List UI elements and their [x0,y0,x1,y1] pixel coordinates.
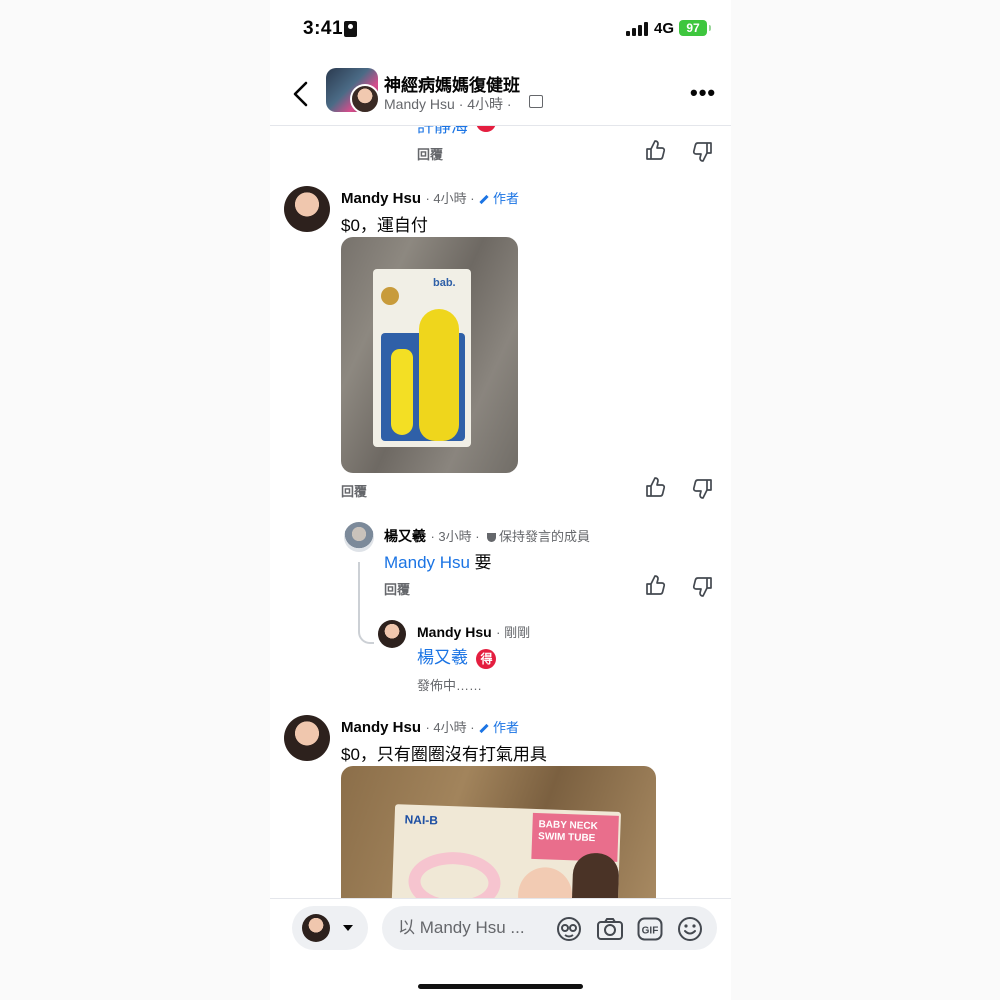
trophy-icon [487,533,497,543]
package-seal [381,287,399,305]
baby-figure [517,866,574,898]
reply-time: · 剛剛 [496,625,531,640]
reaction-badge: 得 [476,648,497,669]
reply-button[interactable]: 回覆 [384,579,410,598]
small-brush [391,349,413,435]
phone-screen: 3:41 4G 97 神經病媽媽復健班 Mandy Hsu · 4小時 · ••… [270,0,731,1000]
pen-icon [479,194,489,205]
battery-icon: 97 [679,20,711,36]
package-title: BABY NECK SWIM TUBE [537,819,598,845]
author-badge: 作者 [479,720,519,735]
author-label: 作者 [493,720,520,735]
identity-switcher[interactable] [292,906,368,950]
reply-body: 楊又羲 得 [417,643,497,669]
camera-icon[interactable] [596,917,624,941]
back-arrow-icon[interactable] [286,78,316,110]
group-avatar[interactable] [326,68,380,114]
avatar-sticker-icon[interactable] [556,916,582,942]
comment-header: Mandy Hsu · 4小時 · 作者 [341,717,519,737]
commenter-name[interactable]: Mandy Hsu [341,719,421,736]
like-icon[interactable] [644,139,666,161]
clipped-commenter-name[interactable]: 許靜海 [417,126,468,137]
like-icon[interactable] [644,574,666,596]
comment-text: $0，只有圈圈沒有打氣用具 [341,745,547,764]
replier-avatar[interactable] [344,522,374,552]
clipped-badge [476,126,496,132]
product-package: bab. [373,269,471,447]
dislike-icon[interactable] [692,576,714,598]
reply-time: · 3小時 · [430,529,480,544]
emoji-icon[interactable] [677,916,703,942]
mention-link[interactable]: Mandy Hsu [384,553,470,572]
member-badge: 保持發言的成員 [484,529,590,544]
comment-time: · 4小時 · [425,720,475,735]
reply-button[interactable]: 回覆 [417,144,443,163]
replier-name[interactable]: Mandy Hsu [417,624,492,640]
author-badge: 作者 [479,191,519,206]
cellular-signal-icon [626,22,648,36]
commenter-name[interactable]: Mandy Hsu [341,190,421,207]
comment-text: $0，運自付 [341,216,428,235]
pen-icon [479,723,489,734]
dislike-icon[interactable] [692,478,714,500]
poster-avatar [350,84,380,114]
status-time: 3:41 [303,18,344,39]
network-type: 4G [654,20,675,37]
members-icon [529,95,543,108]
member-badge-label: 保持發言的成員 [499,529,591,544]
comment-time: · 4小時 · [425,191,475,206]
sim-card-icon [344,21,357,37]
chevron-down-icon [343,925,353,931]
comment-photo[interactable]: NAI-B BABY NECK SWIM TUBE [341,766,656,898]
parent-figure [571,852,620,898]
author-label: 作者 [493,191,520,206]
product-package: NAI-B BABY NECK SWIM TUBE [390,804,622,898]
post-subtitle: Mandy Hsu · 4小時 · [384,96,512,112]
svg-text:GIF: GIF [642,926,659,937]
comments-list: 許靜海 回覆 Mandy Hsu · 4小時 · 作者 $0，運自付 bab. … [270,126,731,898]
reply-header: Mandy Hsu · 剛剛 [417,622,530,642]
thread-connector [358,562,374,644]
swim-ring [407,850,502,898]
comment-input[interactable] [382,906,717,950]
reply-button[interactable]: 回覆 [341,481,367,500]
commenter-avatar[interactable] [284,715,330,761]
more-options-icon[interactable]: ••• [690,82,716,104]
reply-header: 楊又羲 · 3小時 · 保持發言的成員 [384,526,590,546]
home-indicator[interactable] [418,984,583,989]
comment-photo[interactable]: bab. [341,237,518,473]
group-name[interactable]: 神經病媽媽復健班 [384,71,520,96]
replier-avatar[interactable] [378,620,406,648]
package-brand: bab. [433,277,456,289]
reply-text: 要 [474,553,492,572]
replier-name[interactable]: 楊又羲 [384,528,426,544]
commenter-avatar[interactable] [284,186,330,232]
composer-avatar [302,914,330,942]
package-brand: NAI-B [404,812,439,828]
mention-link[interactable]: 楊又羲 [417,648,468,667]
gif-icon[interactable]: GIF [637,917,663,941]
comment-header: Mandy Hsu · 4小時 · 作者 [341,188,519,208]
large-brush [419,309,459,441]
dislike-icon[interactable] [692,141,714,163]
like-icon[interactable] [644,476,666,498]
reply-body: Mandy Hsu 要 [384,548,491,573]
posting-status: 發佈中…… [417,678,483,693]
